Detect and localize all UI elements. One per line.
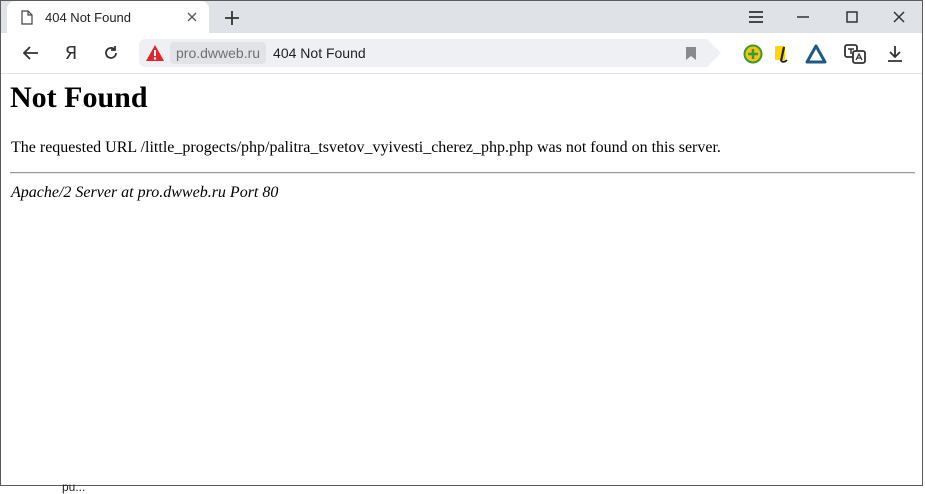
plus-icon[interactable]	[221, 7, 243, 29]
tab-strip: 404 Not Found	[1, 1, 922, 33]
yandex-logo-button[interactable]: Я	[55, 37, 87, 69]
tab-404-not-found[interactable]: 404 Not Found	[7, 1, 209, 33]
page-heading: Not Found	[10, 81, 148, 114]
green-extension-icon[interactable]	[740, 41, 766, 67]
minimize-icon[interactable]	[779, 1, 827, 33]
background-text: pu...	[62, 480, 86, 494]
bookmark-icon[interactable]	[681, 43, 701, 63]
translate-icon[interactable]	[842, 41, 868, 67]
omnibox-page-title: 404 Not Found	[273, 45, 366, 61]
alice-icon[interactable]	[803, 41, 829, 67]
toolbar: Я pro.dwweb.ru 404 Not Found	[1, 33, 922, 74]
back-arrow-icon[interactable]	[15, 37, 47, 69]
domain-chip[interactable]: pro.dwweb.ru	[170, 42, 267, 64]
tab-title: 404 Not Found	[45, 9, 132, 25]
yellow-extension-icon[interactable]	[769, 41, 795, 67]
window-close-icon[interactable]	[875, 1, 922, 33]
reload-icon[interactable]	[95, 37, 127, 69]
browser-window: 404 Not Found Я pro.dwweb.ru 404 Not Fou…	[0, 0, 923, 486]
close-icon[interactable]	[185, 10, 199, 24]
address-bar[interactable]: pro.dwweb.ru 404 Not Found	[139, 39, 707, 67]
download-icon[interactable]	[882, 41, 908, 67]
divider	[10, 172, 915, 174]
menu-icon[interactable]	[732, 1, 780, 33]
page-content: Not Found The requested URL /little_prog…	[1, 74, 922, 485]
server-address: Apache/2 Server at pro.dwweb.ru Port 80	[11, 184, 279, 201]
warning-icon[interactable]	[144, 42, 166, 64]
omnibox-arrow	[707, 39, 721, 67]
maximize-icon[interactable]	[828, 1, 876, 33]
page-icon	[21, 9, 35, 25]
error-message: The requested URL /little_progects/php/p…	[11, 139, 721, 156]
